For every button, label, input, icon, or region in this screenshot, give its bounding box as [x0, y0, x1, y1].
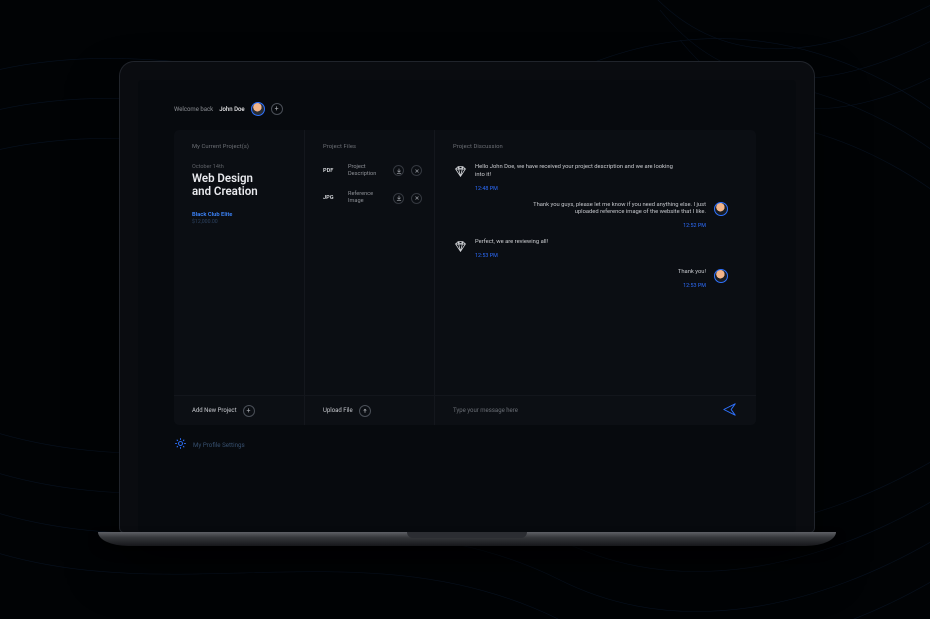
file-name: Reference Image — [348, 191, 386, 204]
plus-icon: + — [243, 405, 255, 417]
message-time: 12:53 PM — [475, 253, 548, 259]
download-icon[interactable] — [393, 165, 404, 176]
delete-icon[interactable] — [411, 165, 422, 176]
message-time: 12:53 PM — [678, 283, 706, 289]
avatar[interactable] — [251, 102, 265, 116]
upload-file-button[interactable]: Upload File — [304, 396, 434, 425]
client-budget: $12,000.00 — [192, 219, 292, 225]
profile-settings-link[interactable]: My Profile Settings — [174, 437, 794, 452]
projects-column: My Current Project(s) October 14th Web D… — [174, 130, 304, 425]
main-panel: My Current Project(s) October 14th Web D… — [174, 130, 756, 425]
chat-message: Thank you guys, please let me know if yo… — [508, 202, 728, 230]
upload-icon — [359, 405, 371, 417]
file-type-badge: PDF — [323, 168, 341, 174]
app-screen: Welcome back John Doe + My Current Proje… — [138, 80, 796, 532]
message-text: Hello John Doe, we have received your pr… — [475, 164, 673, 180]
client-name[interactable]: Black Club Elite — [192, 212, 292, 218]
user-name: John Doe — [219, 106, 244, 113]
laptop-notch — [407, 532, 527, 538]
chat-message: Thank you! 12:53 PM — [678, 269, 728, 289]
message-time: 12:48 PM — [475, 186, 673, 192]
project-date: October 14th — [192, 164, 292, 170]
chat-column: Project Discussion Hello John Doe, we ha… — [434, 130, 756, 425]
files-column: Project Files PDF Project Description JP… — [304, 130, 434, 425]
files-heading: Project Files — [323, 144, 422, 150]
diamond-icon — [453, 239, 467, 253]
upload-file-label: Upload File — [323, 407, 353, 414]
add-project-label: Add New Project — [192, 407, 237, 414]
file-name: Project Description — [348, 164, 386, 177]
add-project-button[interactable]: Add New Project + — [174, 396, 304, 425]
download-icon[interactable] — [393, 193, 404, 204]
chat-message: Hello John Doe, we have received your pr… — [453, 164, 673, 192]
message-text: Thank you! — [678, 269, 706, 277]
message-text: Thank you guys, please let me know if yo… — [508, 202, 706, 218]
projects-heading: My Current Project(s) — [192, 144, 292, 150]
avatar — [714, 269, 728, 283]
header: Welcome back John Doe + — [174, 102, 794, 116]
welcome-text: Welcome back — [174, 106, 213, 113]
project-title-line2: and Creation — [192, 185, 292, 198]
project-title: Web Design and Creation — [192, 172, 292, 198]
chat-heading: Project Discussion — [453, 144, 744, 150]
message-time: 12:52 PM — [508, 223, 706, 229]
chat-message: Perfect, we are reviewing all! 12:53 PM — [453, 239, 673, 259]
panel-footer: Add New Project + Upload File Type your … — [174, 395, 756, 425]
send-icon[interactable] — [723, 403, 736, 418]
avatar — [714, 202, 728, 216]
file-row: JPG Reference Image — [323, 191, 422, 204]
file-row: PDF Project Description — [323, 164, 422, 177]
gear-icon — [174, 437, 187, 452]
laptop-base — [98, 532, 836, 546]
message-text: Perfect, we are reviewing all! — [475, 239, 548, 247]
diamond-icon — [453, 164, 467, 178]
profile-settings-label: My Profile Settings — [193, 441, 245, 449]
chat-thread: Hello John Doe, we have received your pr… — [453, 164, 744, 289]
laptop-frame: Welcome back John Doe + My Current Proje… — [120, 62, 814, 532]
delete-icon[interactable] — [411, 193, 422, 204]
file-type-badge: JPG — [323, 195, 341, 201]
message-input[interactable]: Type your message here — [453, 407, 518, 414]
message-input-row: Type your message here — [434, 396, 756, 425]
add-icon[interactable]: + — [271, 103, 283, 115]
